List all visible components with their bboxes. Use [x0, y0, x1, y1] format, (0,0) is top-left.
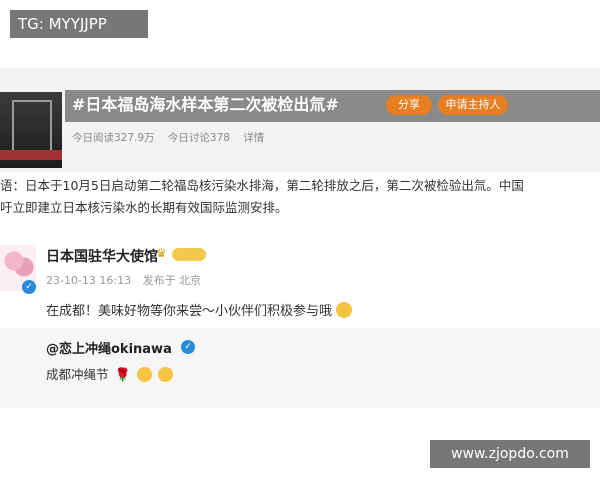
- heart-eyes-icon: [157, 367, 173, 382]
- description-line-2: 吁立即建立日本核污染水的长期有效国际监测安排。: [0, 200, 288, 215]
- verified-icon: ✓: [22, 280, 36, 294]
- smile-emoji-icon: [336, 302, 353, 318]
- repost-author-name[interactable]: @恋上冲绳okinawa: [46, 338, 172, 357]
- repost-text: 成都冲绳节 🌹: [46, 364, 173, 383]
- post-author-name[interactable]: 日本国驻华大使馆: [46, 246, 158, 266]
- apply-host-button[interactable]: 申请主持人: [438, 95, 508, 115]
- post-meta: 23-10-13 16:13 发布于 北京: [46, 272, 209, 288]
- thumbnail-red-bar: [0, 150, 62, 160]
- repost-text-content: 成都冲绳节: [46, 367, 109, 382]
- topic-description: 语：日本于10月5日启动第二轮福岛核污染水排海，第二轮排放之后，第二次被检验出氚…: [0, 175, 600, 219]
- post-text: 在成都！美味好物等你来尝～小伙伴们积极参与哦: [46, 300, 353, 319]
- topic-discussions: 今日讨论378: [167, 132, 230, 144]
- topic-stats: 今日阅读327.9万 今日讨论378 详情: [72, 130, 274, 145]
- topic-reads: 今日阅读327.9万: [72, 132, 155, 144]
- repost-verified-icon: ✓: [181, 340, 195, 354]
- post-text-content: 在成都！美味好物等你来尝～小伙伴们积极参与哦: [46, 304, 333, 319]
- post-date: 23-10-13 16:13: [46, 274, 132, 287]
- topic-details-link[interactable]: 详情: [243, 132, 264, 144]
- topic-thumbnail[interactable]: [0, 92, 62, 168]
- description-line-1: 语：日本于10月5日启动第二轮福岛核污染水排海，第二轮排放之后，第二次被检验出氚…: [0, 178, 524, 193]
- rose-icon: 🌹: [114, 368, 131, 383]
- share-button[interactable]: 分享: [386, 95, 432, 115]
- heart-eyes-icon: [136, 367, 152, 382]
- tg-overlay-label: TG: MYYJJPP: [10, 10, 148, 38]
- post-source: 发布于 北京: [142, 274, 202, 287]
- crown-icon: ♛: [156, 246, 167, 260]
- topic-title[interactable]: #日本福岛海水样本第二次被检出氚#: [72, 93, 339, 117]
- watermark-label: www.zjopdo.com: [430, 440, 590, 468]
- thumbnail-window-frame: [12, 100, 52, 152]
- level-badge: [172, 248, 206, 261]
